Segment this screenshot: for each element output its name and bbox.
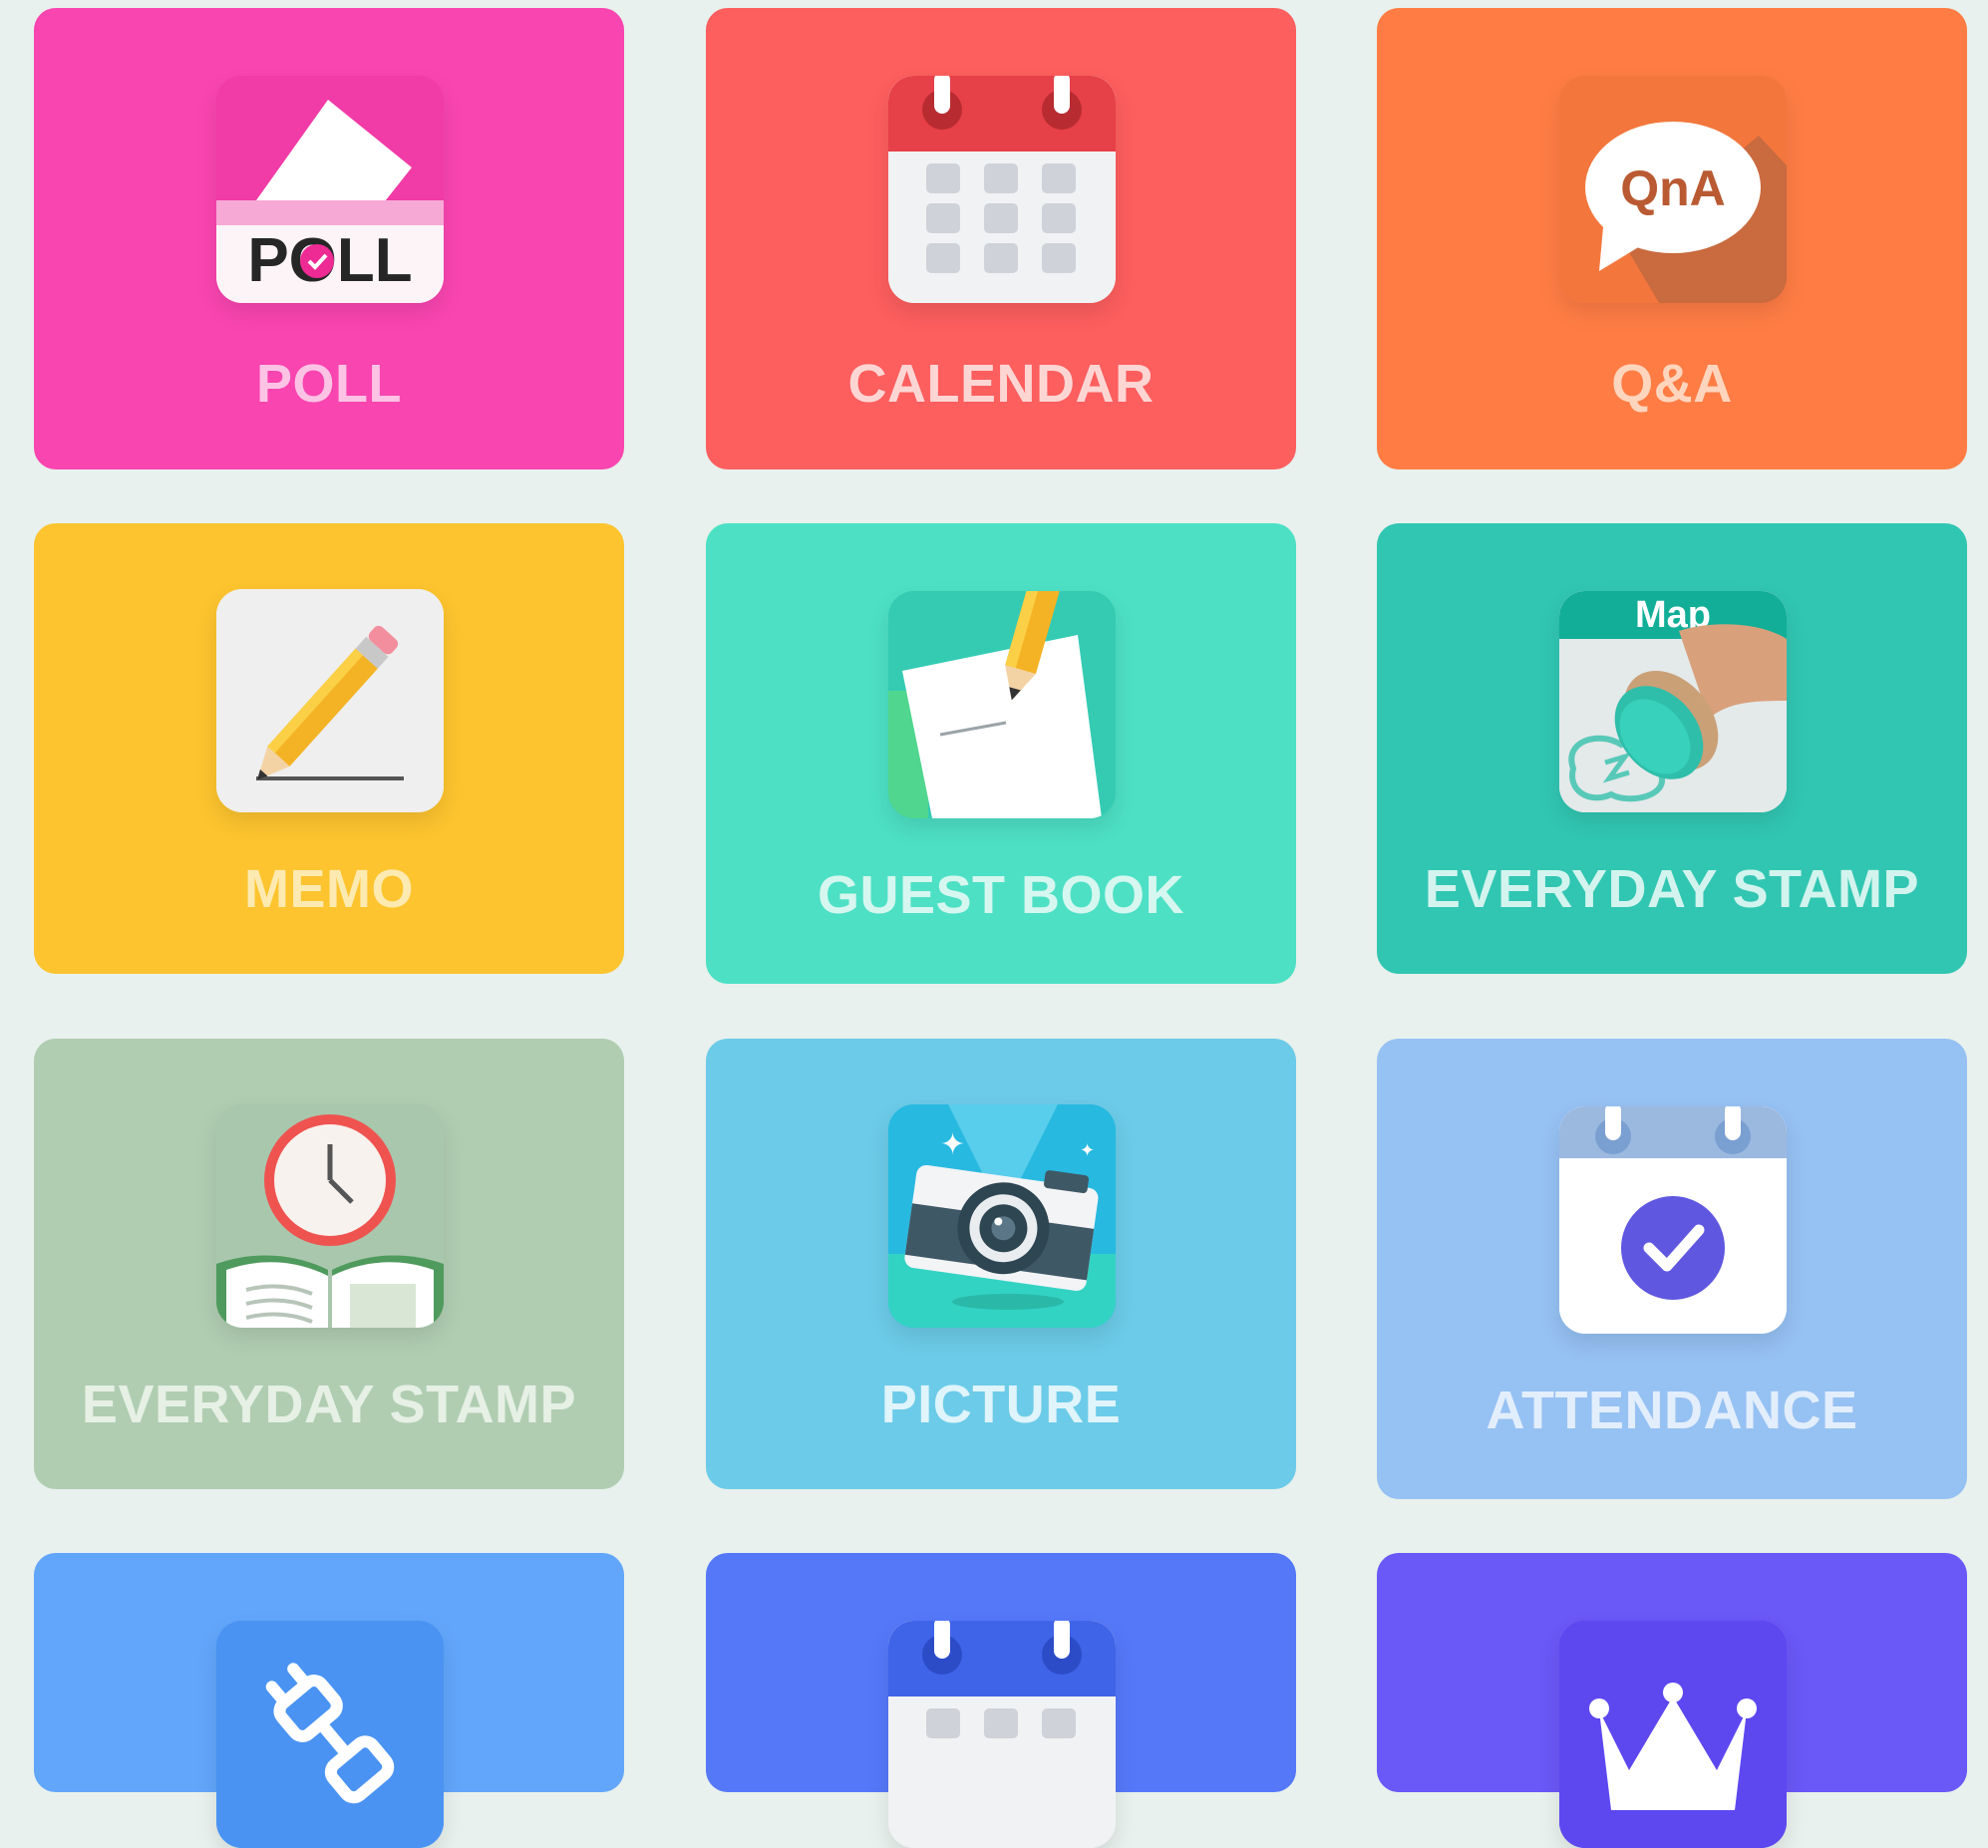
app-card-picture[interactable]: ✦ ✦ PICTURE	[706, 1039, 1296, 1489]
app-label: MEMO	[244, 859, 414, 919]
app-label: Q&A	[1611, 354, 1733, 414]
app-label: EVERYDAY STAMP	[1424, 859, 1920, 919]
attendance-check-calendar-icon	[1559, 1106, 1787, 1334]
map-stamp-icon: Map	[1559, 591, 1787, 812]
calendar-icon	[888, 76, 1116, 303]
app-card-qna[interactable]: QnA Q&A	[1377, 8, 1967, 469]
app-card-guest-book[interactable]: GUEST BOOK	[706, 523, 1296, 984]
calendar-icon	[888, 1621, 1116, 1848]
app-card-everyday-stamp-map[interactable]: Map EVERYDAY STAMP	[1377, 523, 1967, 974]
camera-icon: ✦ ✦	[888, 1104, 1116, 1328]
poll-ballot-icon: POLL	[216, 76, 444, 303]
app-label: PICTURE	[880, 1375, 1122, 1434]
guest-book-pencil-icon	[888, 591, 1116, 818]
app-card-everyday-stamp-study[interactable]: EVERYDAY STAMP	[34, 1039, 624, 1489]
pencil-memo-icon	[216, 589, 444, 812]
app-card-row4-plug[interactable]	[34, 1553, 624, 1848]
app-label: ATTENDANCE	[1486, 1381, 1858, 1440]
app-card-row4-crown[interactable]	[1377, 1553, 1967, 1848]
crown-icon	[1559, 1621, 1787, 1848]
clock-book-icon	[216, 1104, 444, 1328]
app-label: EVERYDAY STAMP	[81, 1375, 577, 1434]
svg-text:QnA: QnA	[1620, 160, 1726, 216]
app-label: POLL	[256, 354, 402, 414]
app-card-poll[interactable]: POLL POLL	[34, 8, 624, 469]
svg-text:✦: ✦	[940, 1127, 965, 1162]
app-card-calendar[interactable]: CALENDAR	[706, 8, 1296, 469]
svg-text:✦: ✦	[1080, 1140, 1095, 1161]
plug-icon	[216, 1621, 444, 1848]
app-card-memo[interactable]: MEMO	[34, 523, 624, 974]
qna-speech-bubble-icon: QnA	[1559, 76, 1787, 303]
app-label: GUEST BOOK	[817, 865, 1185, 925]
app-card-attendance[interactable]: ATTENDANCE	[1377, 1039, 1967, 1499]
app-grid: POLL POLL CALENDAR	[0, 0, 1988, 1848]
app-label: CALENDAR	[847, 354, 1155, 414]
app-card-row4-calendar[interactable]	[706, 1553, 1296, 1848]
